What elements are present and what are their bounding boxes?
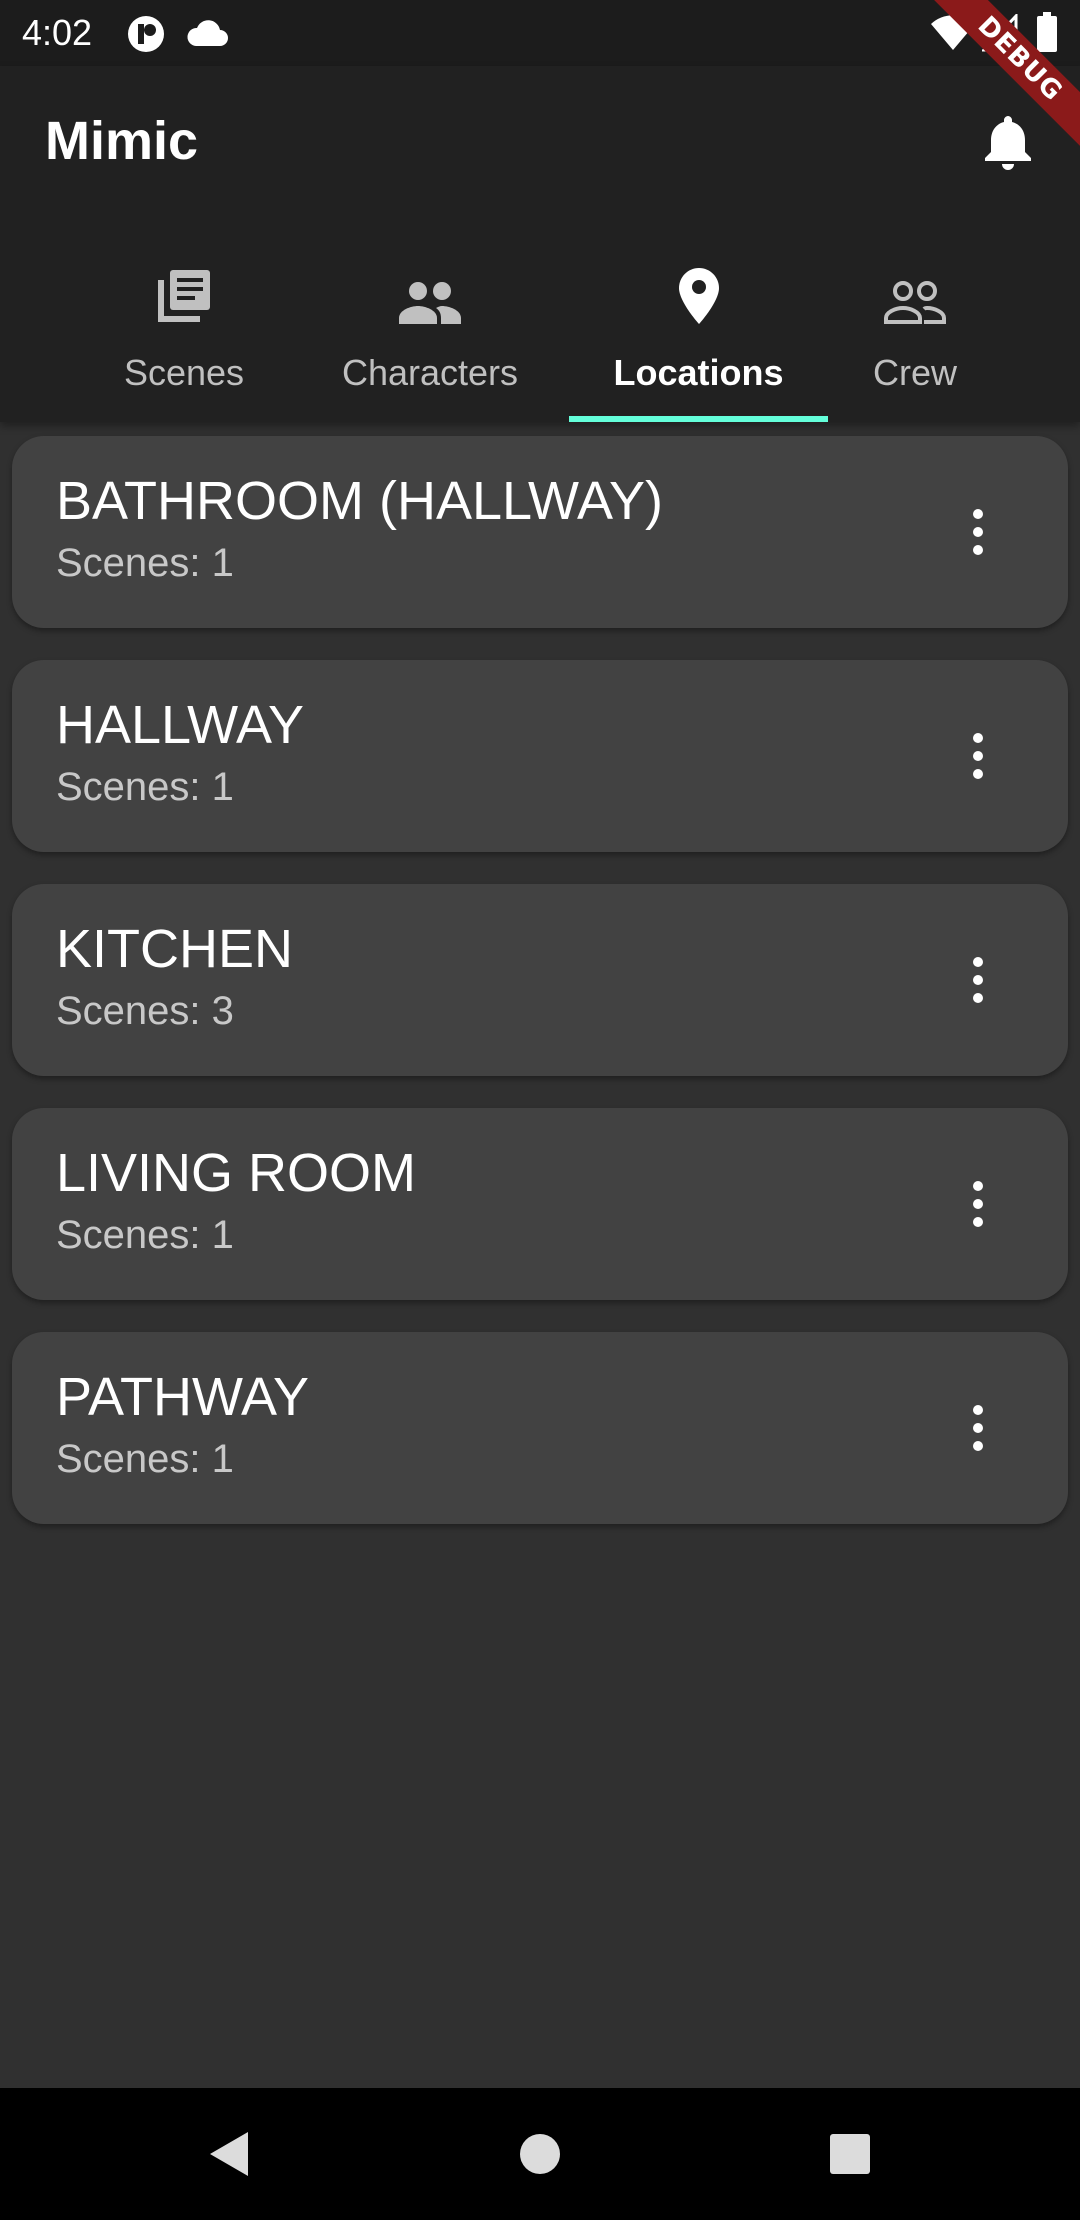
app-bar: Mimic Scenes Characters Locations Crew xyxy=(0,66,1080,422)
location-name: LIVING ROOM xyxy=(56,1143,417,1203)
more-vert-icon xyxy=(973,1405,983,1451)
tab-scenes[interactable]: Scenes xyxy=(84,236,284,422)
notifications-button[interactable] xyxy=(972,106,1044,178)
tab-locations[interactable]: Locations xyxy=(569,236,828,422)
more-options-button[interactable] xyxy=(958,1168,998,1240)
tab-label: Characters xyxy=(341,352,519,393)
location-card[interactable]: KITCHEN Scenes: 3 xyxy=(12,884,1068,1076)
battery-icon xyxy=(1036,12,1058,57)
location-name: PATHWAY xyxy=(56,1367,309,1427)
home-icon xyxy=(520,2134,560,2174)
wifi-icon xyxy=(930,14,976,57)
app-notification-icon xyxy=(126,14,166,59)
status-bar: 4:02 xyxy=(0,0,1080,66)
more-options-button[interactable] xyxy=(958,1392,998,1464)
cloud-icon xyxy=(186,18,228,53)
active-tab-indicator xyxy=(569,416,828,422)
status-time: 4:02 xyxy=(22,12,93,53)
location-scene-count: Scenes: 1 xyxy=(56,765,234,809)
back-button[interactable] xyxy=(192,2118,264,2190)
recents-button[interactable] xyxy=(814,2118,886,2190)
people-icon xyxy=(399,282,461,324)
system-nav-bar xyxy=(0,2088,1080,2220)
home-button[interactable] xyxy=(504,2118,576,2190)
people-outline-icon xyxy=(884,281,946,324)
location-scene-count: Scenes: 1 xyxy=(56,541,234,585)
cell-signal-icon xyxy=(980,12,1018,57)
library-books-icon xyxy=(158,270,210,322)
location-card[interactable]: HALLWAY Scenes: 1 xyxy=(12,660,1068,852)
tab-label: Locations xyxy=(613,352,784,393)
locations-list: BATHROOM (HALLWAY) Scenes: 1 HALLWAY Sce… xyxy=(12,436,1068,1556)
app-title: Mimic xyxy=(45,111,199,171)
tab-label: Crew xyxy=(872,352,957,393)
tab-characters[interactable]: Characters xyxy=(320,236,540,422)
tab-label: Scenes xyxy=(123,352,245,393)
more-vert-icon xyxy=(973,957,983,1003)
more-options-button[interactable] xyxy=(958,496,998,568)
location-scene-count: Scenes: 1 xyxy=(56,1213,234,1257)
location-scene-count: Scenes: 3 xyxy=(56,989,234,1033)
location-card[interactable]: LIVING ROOM Scenes: 1 xyxy=(12,1108,1068,1300)
location-name: HALLWAY xyxy=(56,695,305,755)
tab-crew[interactable]: Crew xyxy=(855,236,975,422)
more-options-button[interactable] xyxy=(958,720,998,792)
more-vert-icon xyxy=(973,733,983,779)
bell-icon xyxy=(985,116,1031,170)
location-pin-icon xyxy=(678,268,719,324)
location-scene-count: Scenes: 1 xyxy=(56,1437,234,1481)
more-vert-icon xyxy=(973,509,983,555)
location-card[interactable]: PATHWAY Scenes: 1 xyxy=(12,1332,1068,1524)
location-card[interactable]: BATHROOM (HALLWAY) Scenes: 1 xyxy=(12,436,1068,628)
location-name: KITCHEN xyxy=(56,919,294,979)
location-name: BATHROOM (HALLWAY) xyxy=(56,471,664,531)
recents-icon xyxy=(830,2134,870,2174)
back-icon xyxy=(210,2132,248,2176)
more-options-button[interactable] xyxy=(958,944,998,1016)
more-vert-icon xyxy=(973,1181,983,1227)
